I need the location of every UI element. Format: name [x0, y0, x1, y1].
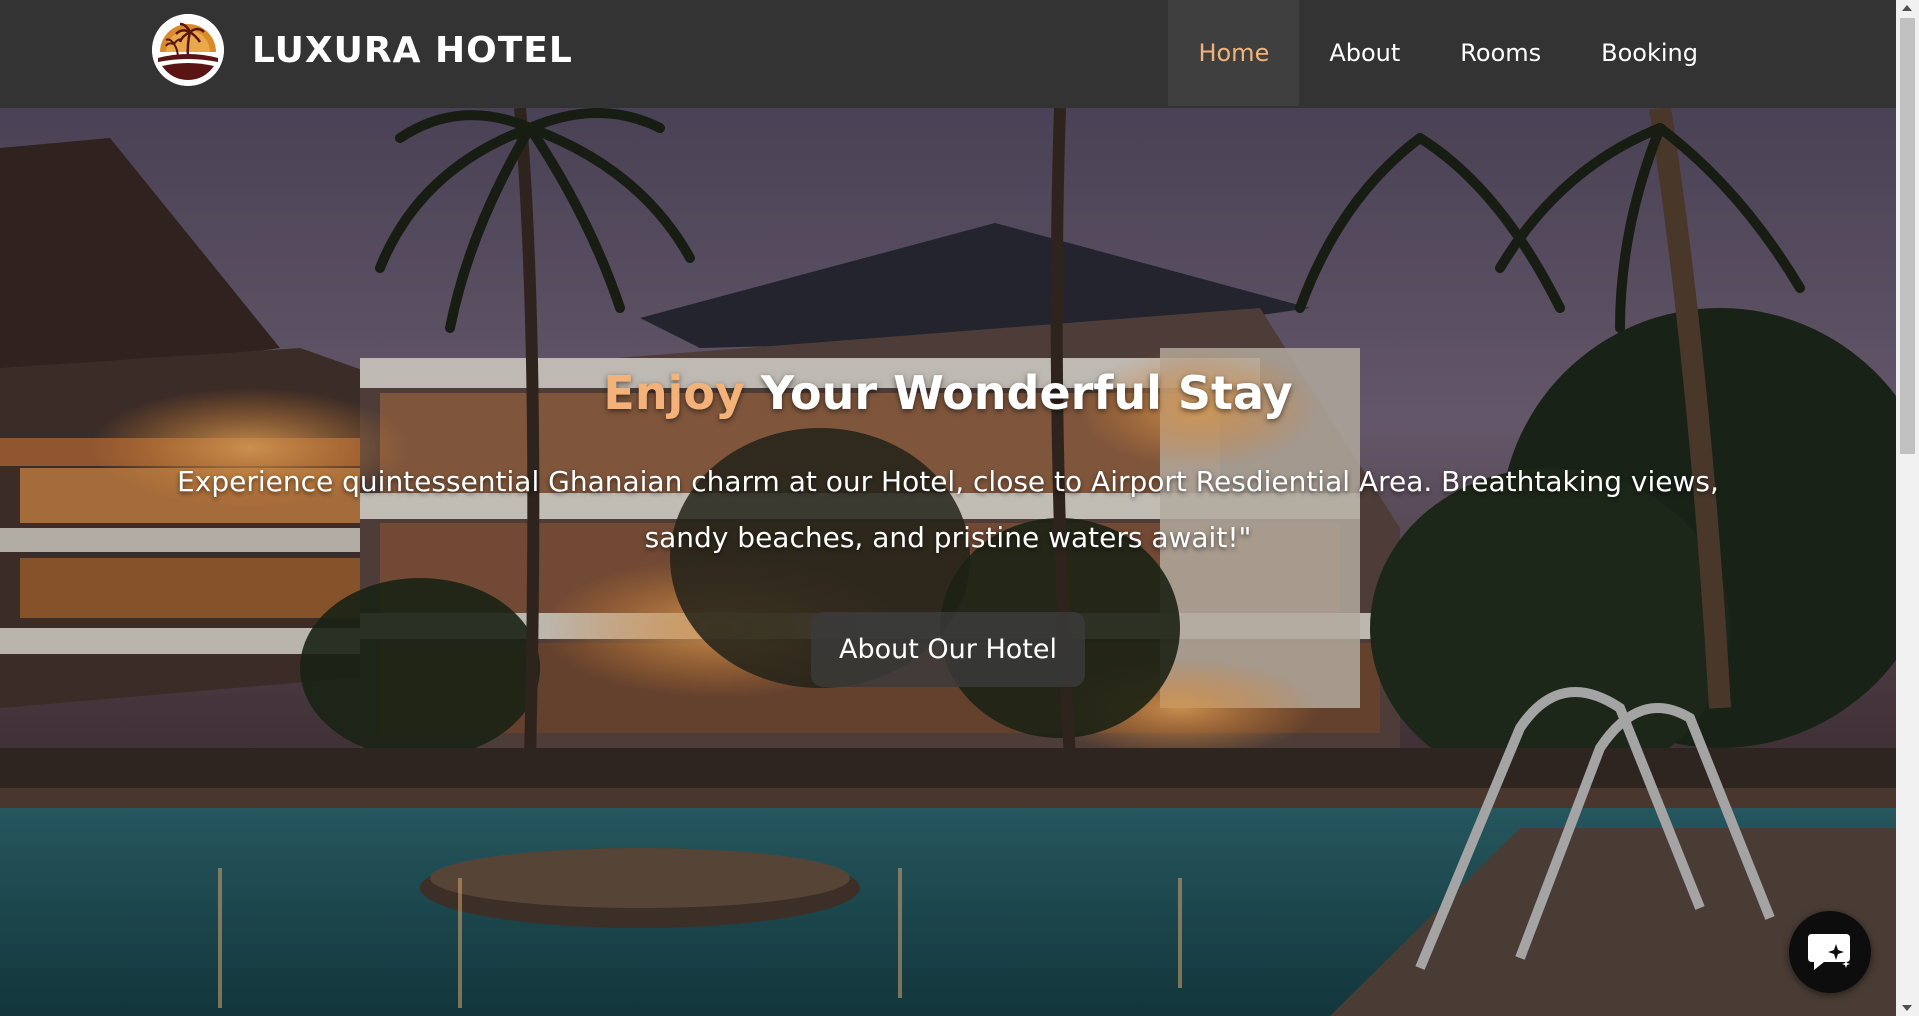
- chat-button[interactable]: [1789, 911, 1871, 993]
- scrollbar-thumb[interactable]: [1900, 18, 1915, 454]
- vertical-scrollbar[interactable]: [1896, 0, 1919, 1016]
- navbar: LUXURA HOTEL Home About Rooms Booking: [0, 0, 1896, 108]
- hero-title-accent: Enjoy: [603, 366, 745, 420]
- nav-item-about[interactable]: About: [1299, 0, 1430, 106]
- page: LUXURA HOTEL Home About Rooms Booking En…: [0, 0, 1919, 1016]
- scroll-up-arrow-icon[interactable]: [1902, 5, 1912, 11]
- hero-section: Enjoy Your Wonderful Stay Experience qui…: [0, 108, 1896, 1016]
- nav-item-home[interactable]: Home: [1168, 0, 1300, 106]
- hero-content: Enjoy Your Wonderful Stay Experience qui…: [0, 366, 1896, 687]
- hero-title-rest: Your Wonderful Stay: [744, 366, 1293, 420]
- nav-item-rooms[interactable]: Rooms: [1430, 0, 1571, 106]
- palm-sunset-logo-icon: [152, 14, 224, 86]
- nav-item-booking[interactable]: Booking: [1571, 0, 1728, 106]
- scroll-down-arrow-icon[interactable]: [1902, 1005, 1912, 1011]
- nav-menu: Home About Rooms Booking: [1168, 0, 1728, 106]
- about-hotel-button[interactable]: About Our Hotel: [811, 612, 1085, 687]
- hero-title: Enjoy Your Wonderful Stay: [0, 366, 1896, 420]
- brand-name: LUXURA HOTEL: [252, 29, 573, 71]
- chat-sparkle-icon: [1808, 934, 1850, 970]
- brand-link[interactable]: LUXURA HOTEL: [152, 14, 573, 86]
- hero-description: Experience quintessential Ghanaian charm…: [177, 465, 1719, 554]
